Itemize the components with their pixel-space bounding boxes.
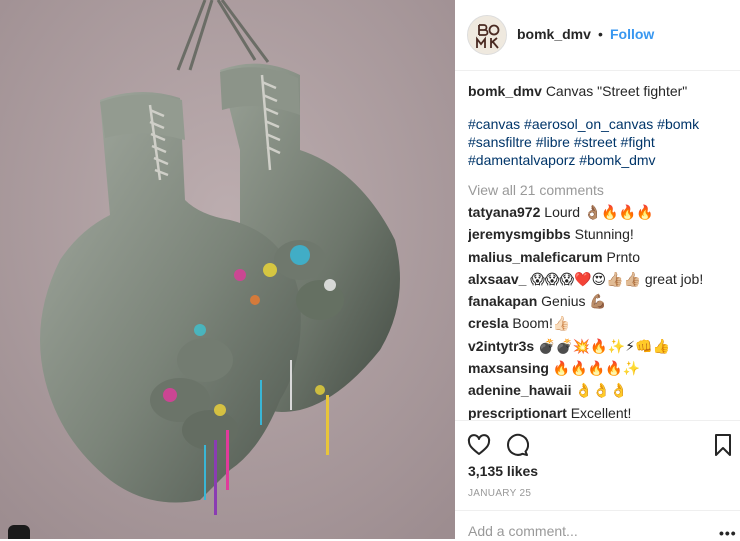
- comment-text: Excellent!: [570, 404, 632, 421]
- instagram-post: bomk_dmv • Follow bomk_dmv Canvas "Stree…: [0, 0, 740, 541]
- comment-text: Stunning!: [574, 226, 634, 243]
- user-tag-icon[interactable]: [8, 525, 30, 539]
- hashtags: #canvas #aerosol_on_canvas #bomk #sansfi…: [468, 115, 730, 169]
- caption: bomk_dmv Canvas "Street fighter": [468, 82, 730, 100]
- comment-row: alxsaav_ 😱😱😱❤️😍👍🏼👍🏼 great job!: [468, 270, 730, 292]
- comment-row: adenine_hawaii 👌👌👌: [468, 381, 730, 403]
- comment-row: fanakapan Genius 💪🏽: [468, 292, 730, 314]
- comment-username[interactable]: adenine_hawaii: [468, 382, 571, 398]
- post-header: bomk_dmv • Follow: [455, 0, 740, 71]
- comment-username[interactable]: v2intytr3s: [468, 338, 534, 354]
- avatar[interactable]: [467, 15, 507, 55]
- comment-username[interactable]: alxsaav_: [468, 271, 526, 287]
- comment-row: tatyana972 Lourd 👌🏽🔥🔥🔥: [468, 203, 730, 225]
- comment-text: Boom!👍🏻: [512, 315, 571, 332]
- likes-count[interactable]: 3,135 likes: [468, 463, 538, 479]
- view-all-comments-link[interactable]: View all 21 comments: [468, 181, 730, 199]
- comment-text: Prnto: [606, 248, 640, 265]
- add-comment-bar: •••: [455, 510, 740, 541]
- comment-username[interactable]: cresla: [468, 315, 508, 331]
- comment-row: maxsansing 🔥🔥🔥🔥✨: [468, 359, 730, 381]
- comment-list: tatyana972 Lourd 👌🏽🔥🔥🔥 jeremysmgibbs Stu…: [468, 203, 730, 426]
- post-image[interactable]: [0, 0, 455, 539]
- comment-row: v2intytr3s 💣💣💥🔥✨⚡👊👍: [468, 337, 730, 359]
- heart-icon: [467, 434, 491, 455]
- add-comment-input[interactable]: [468, 523, 698, 539]
- comment-text: Lourd 👌🏽🔥🔥🔥: [544, 204, 654, 220]
- like-button[interactable]: [467, 433, 491, 457]
- bomk-logo-icon: [468, 16, 506, 54]
- bookmark-icon: [715, 434, 731, 456]
- comments-section: bomk_dmv Canvas "Street fighter" #canvas…: [468, 82, 730, 426]
- separator-dot: •: [598, 26, 603, 42]
- header-username[interactable]: bomk_dmv: [517, 26, 591, 42]
- comment-username[interactable]: prescriptionart: [468, 405, 567, 421]
- comment-row: cresla Boom!👍🏻: [468, 314, 730, 336]
- hashtag-link[interactable]: #canvas: [468, 116, 520, 132]
- comment-row: malius_maleficarum Prnto: [468, 248, 730, 270]
- comment-text: 👌👌👌: [575, 382, 628, 399]
- comment-username[interactable]: fanakapan: [468, 293, 537, 309]
- comment-text: 🔥🔥🔥🔥✨: [552, 360, 640, 377]
- comment-username[interactable]: tatyana972: [468, 204, 540, 220]
- hashtag-link[interactable]: #fight: [621, 134, 655, 150]
- comment-username[interactable]: jeremysmgibbs: [468, 226, 571, 242]
- comment-username[interactable]: malius_maleficarum: [468, 249, 603, 265]
- hashtag-link[interactable]: #bomk: [657, 116, 699, 132]
- hashtag-link[interactable]: #libre: [536, 134, 570, 150]
- post-date: JANUARY 25: [468, 488, 532, 499]
- hashtag-link[interactable]: #sansfiltre: [468, 134, 532, 150]
- hashtag-link[interactable]: #aerosol_on_canvas: [524, 116, 653, 132]
- post-sidebar: bomk_dmv • Follow bomk_dmv Canvas "Stree…: [455, 0, 740, 541]
- hashtag-link[interactable]: #bomk_dmv: [579, 152, 655, 168]
- comment-row: jeremysmgibbs Stunning!: [468, 225, 730, 247]
- action-bar: [455, 420, 740, 465]
- boxing-gloves-painting: [0, 0, 455, 539]
- save-button[interactable]: [711, 433, 735, 457]
- comment-text: 💣💣💥🔥✨⚡👊👍: [538, 337, 670, 354]
- caption-username[interactable]: bomk_dmv: [468, 83, 542, 99]
- comment-button[interactable]: [505, 433, 530, 457]
- caption-text: Canvas "Street fighter": [545, 83, 688, 99]
- comment-bubble-icon: [507, 433, 530, 456]
- hashtag-link[interactable]: #damentalvaporz: [468, 152, 575, 168]
- follow-button[interactable]: Follow: [610, 26, 654, 42]
- comment-username[interactable]: maxsansing: [468, 360, 549, 376]
- comment-text: Genius 💪🏽: [541, 293, 607, 310]
- comment-text: 😱😱😱❤️😍👍🏼👍🏼 great job!: [530, 270, 704, 287]
- hashtag-link[interactable]: #street: [574, 134, 617, 150]
